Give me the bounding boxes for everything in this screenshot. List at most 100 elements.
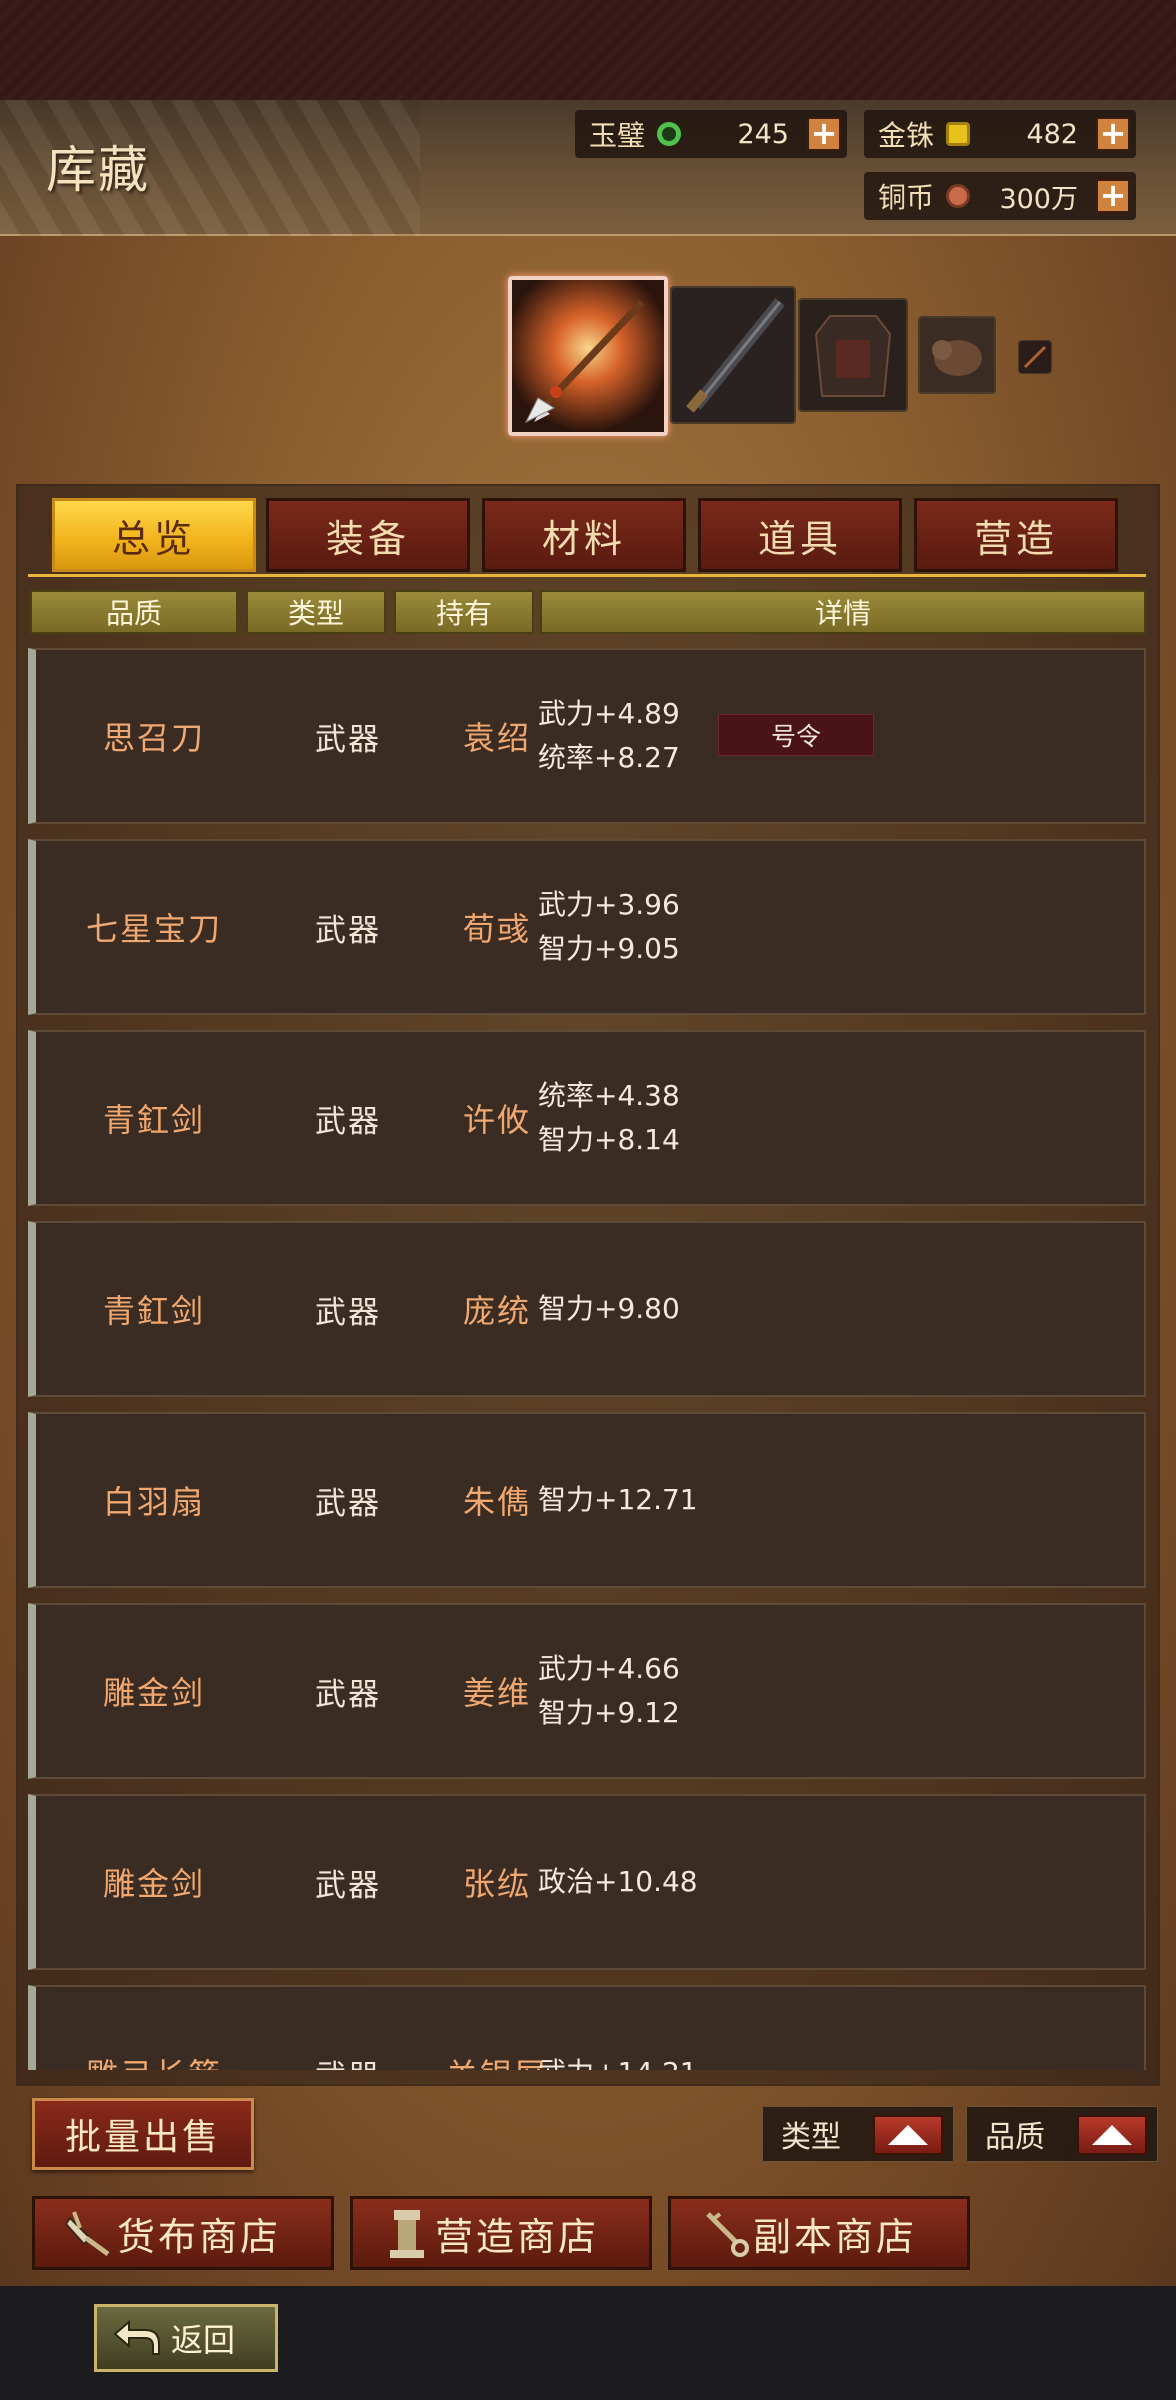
item-stats: 武力+14.21 — [538, 1987, 698, 2070]
currency-jade-label: 玉璧 — [589, 119, 646, 152]
table-row[interactable]: 白羽扇 武器 朱儁 智力+12.71 — [28, 1412, 1146, 1588]
item-stat: 武力+3.96 — [538, 888, 680, 921]
column-header-details: 详情 — [540, 590, 1146, 634]
quality-filter-label: 品质 — [985, 2120, 1045, 2155]
item-stats: 政治+10.48 — [538, 1796, 698, 1968]
bulk-sell-button[interactable]: 批量出售 — [32, 2098, 254, 2170]
gold-coin-icon — [946, 122, 971, 146]
tower-icon — [379, 2205, 435, 2261]
item-name: 雕金剑 — [102, 1674, 205, 1712]
construction-shop-button[interactable]: 营造商店 — [350, 2196, 652, 2270]
jade-icon — [657, 122, 682, 146]
add-gold-button[interactable]: + — [1096, 117, 1130, 151]
item-name: 青釭剑 — [102, 1292, 205, 1330]
spear-icon — [512, 280, 664, 432]
command-badge: 号令 — [718, 714, 874, 756]
key-icon — [697, 2205, 753, 2261]
column-header-type: 类型 — [246, 590, 386, 634]
item-stat: 智力+9.05 — [538, 932, 680, 965]
item-stat: 武力+4.89 — [538, 697, 680, 730]
table-row[interactable]: 青釭剑 武器 许攸 统率+4.38 智力+8.14 — [28, 1030, 1146, 1206]
table-row[interactable]: 雕金剑 武器 姜维 武力+4.66 智力+9.12 — [28, 1603, 1146, 1779]
preview-item-beast[interactable] — [918, 316, 996, 394]
armor-icon — [800, 300, 906, 410]
dungeon-shop-button[interactable]: 副本商店 — [668, 2196, 970, 2270]
item-name: 思召刀 — [102, 719, 205, 757]
item-name: 雕金剑 — [102, 1865, 205, 1903]
item-type: 武器 — [315, 1103, 381, 1140]
item-stats: 武力+4.66 智力+9.12 — [538, 1605, 680, 1777]
quality-sort-toggle[interactable] — [1077, 2115, 1147, 2155]
table-row[interactable]: 七星宝刀 武器 荀彧 武力+3.96 智力+9.05 — [28, 839, 1146, 1015]
small-item-icon — [1019, 341, 1051, 373]
item-name: 白羽扇 — [102, 1483, 205, 1521]
tab-overview[interactable]: 总览 — [52, 498, 256, 572]
item-list[interactable]: 思召刀 武器 袁绍 武力+4.89 统率+8.27 号令 七星宝刀 武器 荀彧 … — [28, 648, 1146, 2070]
tab-items[interactable]: 道具 — [698, 498, 902, 572]
currency-jade: 玉璧 245 + — [575, 110, 847, 158]
currency-copper-value: 300万 — [999, 183, 1078, 215]
item-type: 武器 — [315, 721, 381, 758]
currency-copper-label: 铜币 — [878, 181, 935, 214]
table-row[interactable]: 雕弓长箭 武器 关银屏 武力+14.21 — [28, 1985, 1146, 2070]
preview-item-small[interactable] — [1018, 340, 1052, 374]
tab-underline — [28, 574, 1146, 577]
currency-shop-button[interactable]: 货布商店 — [32, 2196, 334, 2270]
column-header-quality: 品质 — [30, 590, 238, 634]
construction-shop-label: 营造商店 — [435, 2214, 600, 2259]
item-name: 青釭剑 — [102, 1101, 205, 1139]
table-row[interactable]: 雕金剑 武器 张纮 政治+10.48 — [28, 1794, 1146, 1970]
currency-gold-label: 金铢 — [878, 119, 935, 152]
back-button[interactable]: 返回 — [94, 2304, 278, 2372]
type-filter-label: 类型 — [781, 2120, 841, 2155]
item-type: 武器 — [315, 1867, 381, 1904]
return-arrow-icon — [113, 2319, 160, 2355]
beast-icon — [920, 318, 994, 392]
item-stat: 智力+8.14 — [538, 1123, 680, 1156]
item-stat: 智力+9.12 — [538, 1696, 680, 1729]
currency-shop-label: 货布商店 — [117, 2214, 282, 2259]
type-sort-toggle[interactable] — [873, 2115, 943, 2155]
tab-materials[interactable]: 材料 — [482, 498, 686, 572]
add-copper-button[interactable]: + — [1096, 179, 1130, 213]
currency-jade-value: 245 — [737, 118, 789, 150]
type-filter[interactable]: 类型 — [762, 2106, 954, 2162]
column-header-holder: 持有 — [394, 590, 534, 634]
item-type: 武器 — [315, 912, 381, 949]
currency-gold-value: 482 — [1026, 118, 1078, 150]
item-stat: 统率+4.38 — [538, 1079, 680, 1112]
item-stat: 武力+4.66 — [538, 1652, 680, 1685]
item-stat: 智力+12.71 — [538, 1483, 698, 1516]
item-type: 武器 — [274, 1987, 422, 2071]
triangle-up-icon — [1092, 2125, 1132, 2145]
quality-filter[interactable]: 品质 — [966, 2106, 1158, 2162]
table-row[interactable]: 青釭剑 武器 庞统 智力+9.80 — [28, 1221, 1146, 1397]
coin-scroll-icon — [61, 2205, 117, 2261]
preview-item-spear[interactable] — [508, 276, 668, 436]
item-type: 武器 — [315, 1294, 381, 1331]
preview-item-armor[interactable] — [798, 298, 908, 412]
item-name: 雕弓长箭 — [36, 1987, 272, 2070]
currency-copper: 铜币 300万 + — [864, 172, 1136, 220]
sword-icon — [672, 288, 794, 422]
page-title: 库藏 — [46, 141, 150, 199]
item-stats: 统率+4.38 智力+8.14 — [538, 1032, 680, 1204]
item-type: 武器 — [315, 1485, 381, 1522]
tab-equipment[interactable]: 装备 — [266, 498, 470, 572]
tab-construction[interactable]: 营造 — [914, 498, 1118, 572]
back-label: 返回 — [171, 2321, 236, 2359]
item-stats: 武力+4.89 统率+8.27 — [538, 650, 680, 822]
add-jade-button[interactable]: + — [807, 117, 841, 151]
table-row[interactable]: 思召刀 武器 袁绍 武力+4.89 统率+8.27 号令 — [28, 648, 1146, 824]
item-type: 武器 — [315, 1676, 381, 1713]
item-name: 七星宝刀 — [85, 910, 222, 948]
top-decorative-band — [0, 0, 1176, 100]
item-stat: 武力+14.21 — [538, 2051, 698, 2070]
triangle-up-icon — [888, 2125, 928, 2145]
item-stats: 智力+9.80 — [538, 1223, 680, 1395]
item-stats: 武力+3.96 智力+9.05 — [538, 841, 680, 1013]
item-stat: 智力+9.80 — [538, 1292, 680, 1325]
item-stat: 统率+8.27 — [538, 741, 680, 774]
copper-coin-icon — [946, 184, 971, 208]
preview-item-sword[interactable] — [670, 286, 796, 424]
